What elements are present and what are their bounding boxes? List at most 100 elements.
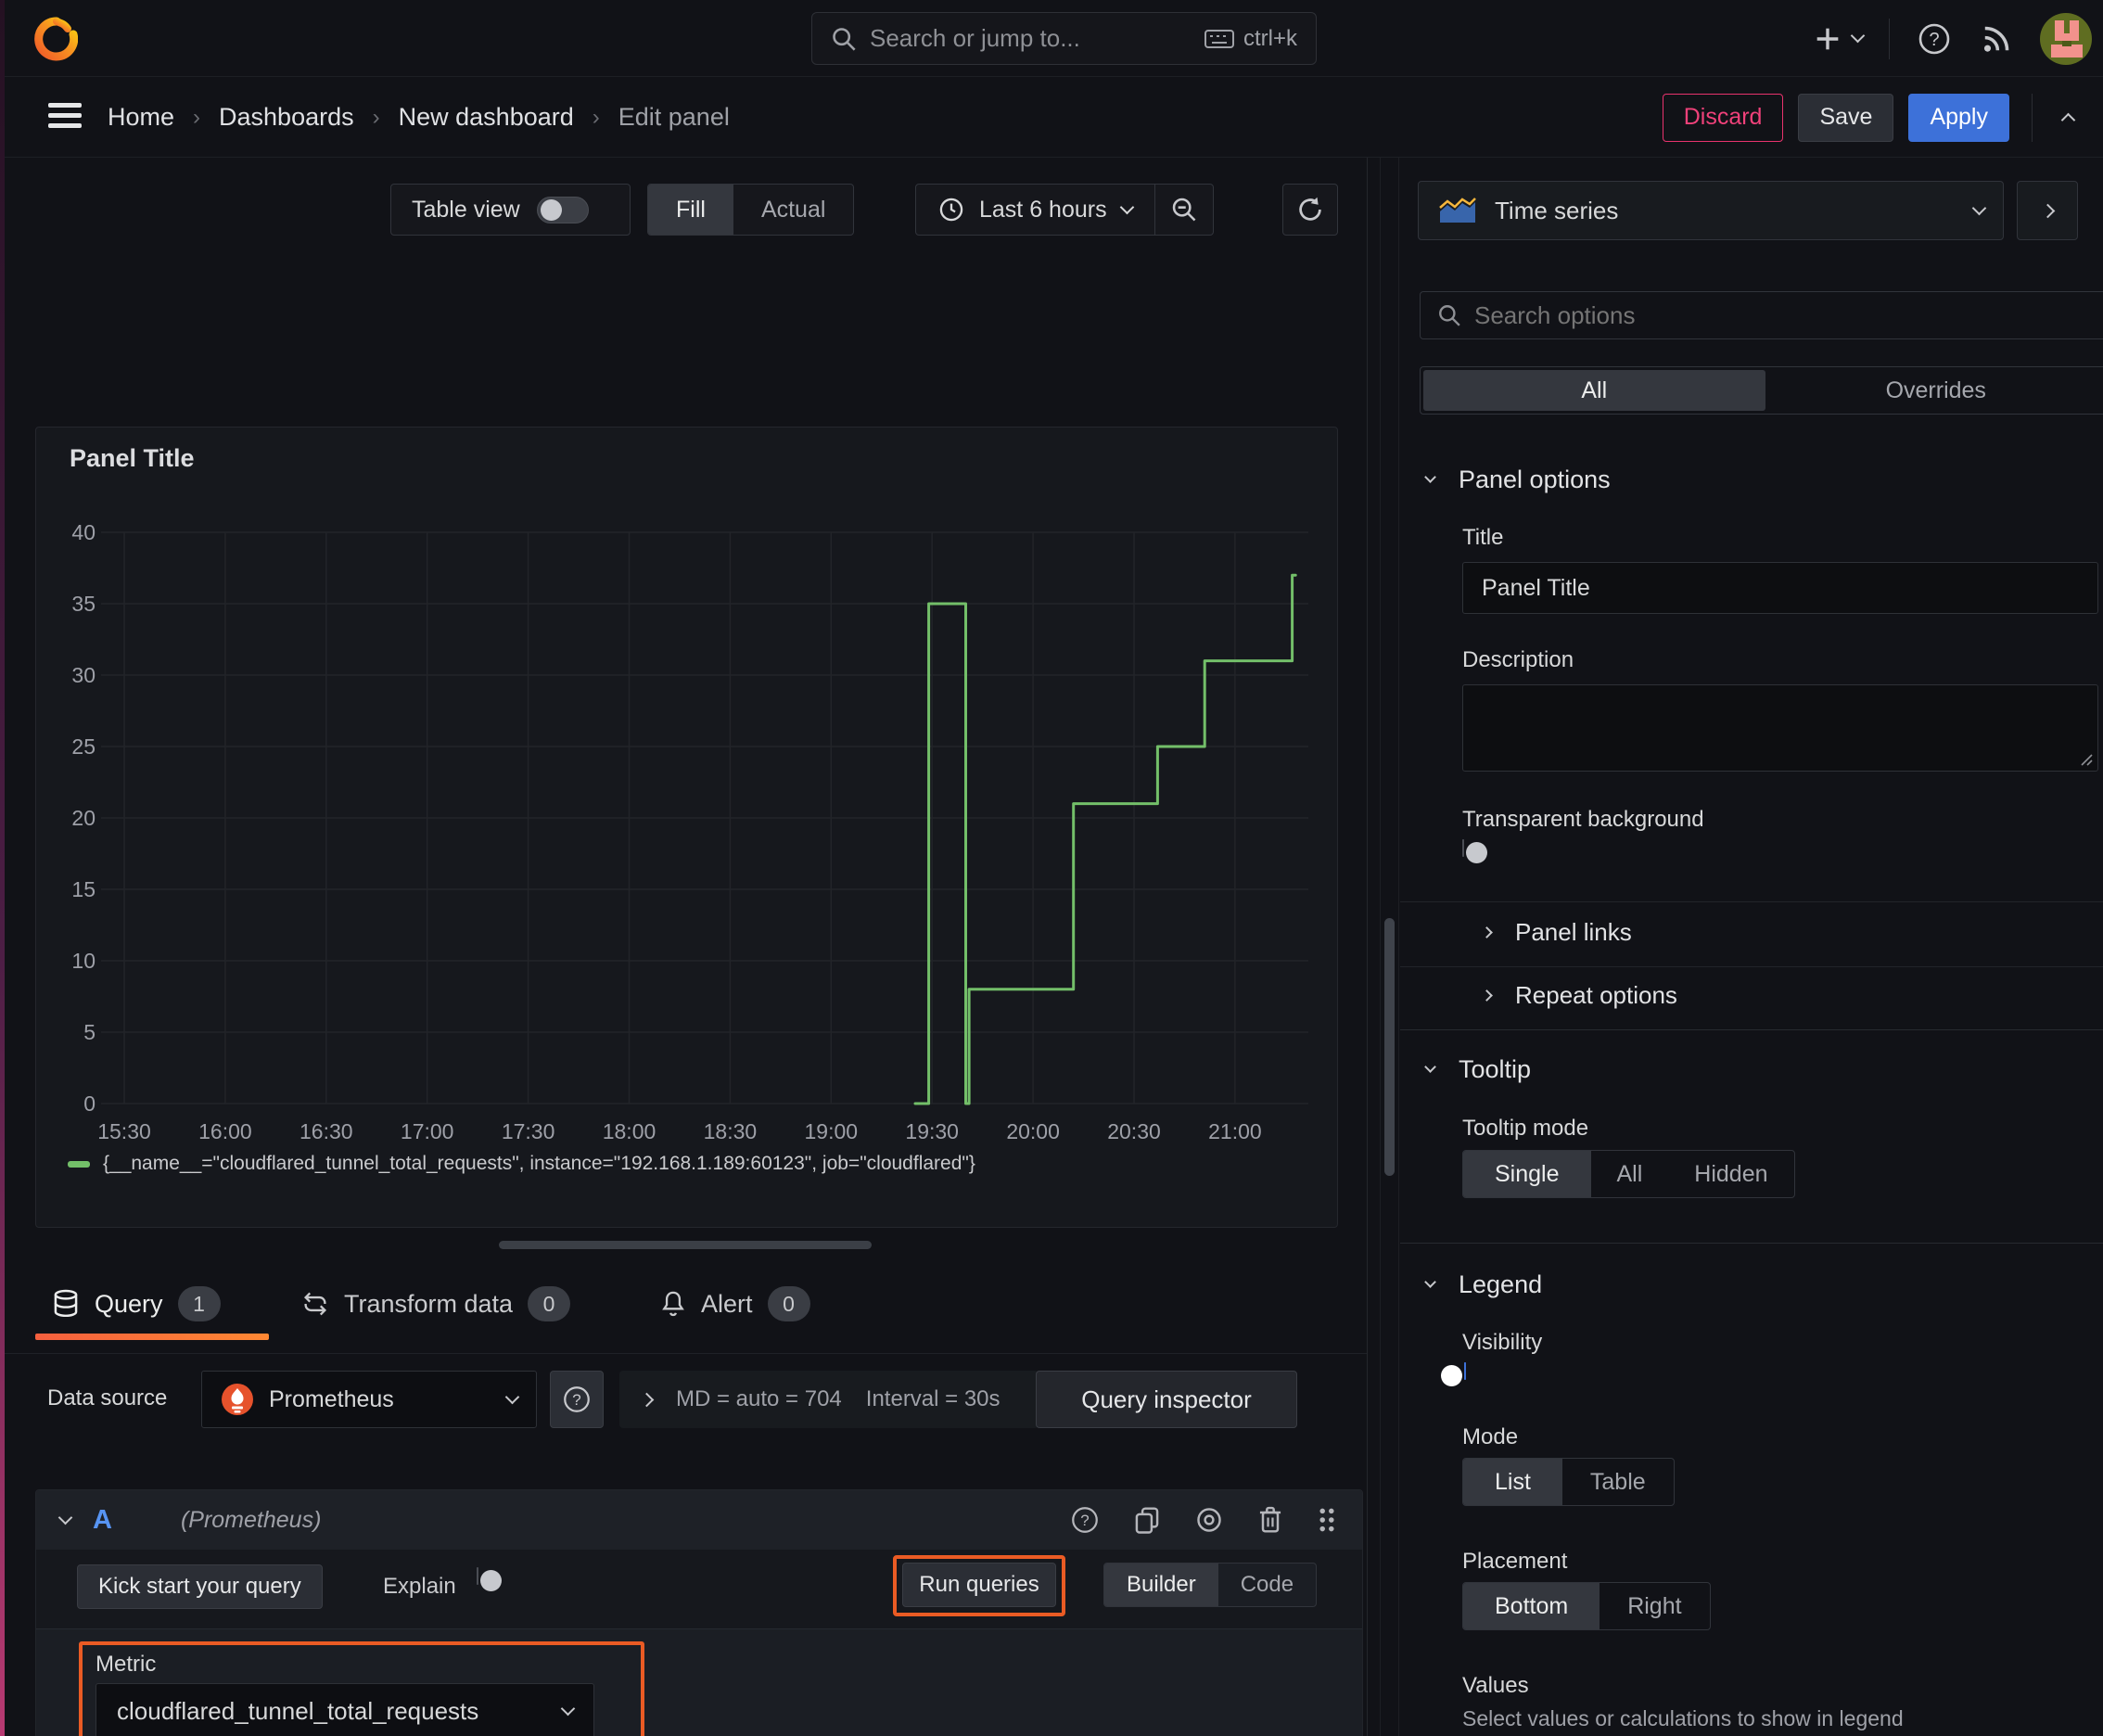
- splitter-drag-handle[interactable]: [499, 1241, 872, 1249]
- tooltip-mode-single[interactable]: Single: [1463, 1151, 1591, 1197]
- datasource-help-button[interactable]: ?: [550, 1371, 604, 1428]
- main-scrollbar-thumb[interactable]: [1384, 918, 1395, 1176]
- tab-overrides[interactable]: Overrides: [1765, 370, 2103, 411]
- panel-title-input[interactable]: [1462, 562, 2098, 614]
- query-builder-area: Metric cloudflared_tunnel_total_requests…: [36, 1628, 1362, 1736]
- svg-text:5: 5: [83, 1020, 96, 1044]
- repeat-options-section[interactable]: Repeat options: [1481, 981, 1677, 1010]
- builder-code-switch: Builder Code: [1103, 1563, 1318, 1607]
- global-search[interactable]: ctrl+k: [811, 12, 1317, 65]
- table-view-control: Table view: [390, 184, 631, 236]
- collapse-panel-editor-button[interactable]: [2047, 109, 2088, 128]
- time-range-picker[interactable]: Last 6 hours: [916, 185, 1154, 235]
- tooltip-mode-hidden[interactable]: Hidden: [1668, 1151, 1793, 1197]
- tab-query[interactable]: Query 1: [52, 1267, 221, 1341]
- zoom-out-button[interactable]: [1153, 185, 1213, 235]
- resize-grip-icon[interactable]: [2078, 751, 2093, 766]
- menu-toggle-button[interactable]: [48, 103, 82, 134]
- tab-all[interactable]: All: [1423, 370, 1765, 411]
- breadcrumb-home[interactable]: Home: [108, 103, 174, 132]
- explain-toggle[interactable]: [477, 1567, 478, 1585]
- grafana-logo-icon[interactable]: [33, 17, 78, 61]
- metric-select[interactable]: cloudflared_tunnel_total_requests: [96, 1683, 594, 1736]
- divider: [2032, 93, 2033, 142]
- chevron-down-icon: [560, 1701, 576, 1716]
- legend-visibility-toggle[interactable]: [1464, 1362, 1466, 1380]
- table-view-toggle[interactable]: [536, 196, 589, 223]
- chevron-right-icon: [639, 1392, 655, 1407]
- svg-text:20:30: 20:30: [1107, 1119, 1161, 1143]
- actual-option[interactable]: Actual: [733, 185, 853, 235]
- remove-query-trash-icon[interactable]: [1256, 1505, 1284, 1535]
- panel-links-section[interactable]: Panel links: [1481, 918, 1632, 947]
- svg-text:15: 15: [71, 877, 96, 901]
- breadcrumb-dashboards[interactable]: Dashboards: [219, 103, 354, 132]
- collapse-query-icon[interactable]: [57, 1510, 73, 1525]
- breadcrumb-separator: ›: [372, 104, 380, 130]
- new-menu-button[interactable]: [1812, 23, 1866, 55]
- time-series-chart[interactable]: 0 5 10 15 20 25 30 35 40 15:30 16:00 16:30 17:00 17:3…: [64, 516, 1308, 1165]
- tab-alert[interactable]: Alert 0: [660, 1267, 810, 1341]
- news-rss-button[interactable]: [1979, 21, 2014, 57]
- svg-text:35: 35: [71, 592, 96, 616]
- placement-bottom[interactable]: Bottom: [1463, 1583, 1600, 1629]
- legend-placement-label: Placement: [1462, 1549, 1568, 1574]
- datasource-picker[interactable]: Prometheus: [201, 1371, 537, 1428]
- nav-bar: Home › Dashboards › New dashboard › Edit…: [0, 77, 2103, 158]
- breadcrumb: Home › Dashboards › New dashboard › Edit…: [108, 77, 730, 158]
- search-input[interactable]: [870, 24, 1192, 53]
- panel-preview: Panel Title 0 5 10 15 20 25 30 35 40 15:30 16:00 16…: [35, 427, 1338, 1228]
- query-inspector-button[interactable]: Query inspector: [1036, 1371, 1297, 1428]
- description-textarea[interactable]: [1462, 684, 2098, 772]
- drag-query-grip-icon[interactable]: [1316, 1505, 1338, 1535]
- tooltip-mode-all[interactable]: All: [1591, 1151, 1669, 1197]
- options-search-box[interactable]: [1420, 291, 2103, 339]
- tab-transform-data[interactable]: Transform data 0: [301, 1267, 571, 1341]
- kick-start-query-button[interactable]: Kick start your query: [77, 1564, 323, 1609]
- options-search-input[interactable]: [1474, 300, 2093, 330]
- help-button[interactable]: ?: [1916, 20, 1953, 57]
- panel-options-section-header[interactable]: Panel options: [1424, 466, 1611, 494]
- placement-right[interactable]: Right: [1600, 1583, 1709, 1629]
- visualization-picker[interactable]: Time series: [1418, 181, 2004, 240]
- fill-actual-switch: Fill Actual: [647, 184, 855, 236]
- svg-text:18:00: 18:00: [603, 1119, 656, 1143]
- discard-button[interactable]: Discard: [1662, 93, 1784, 142]
- fill-option[interactable]: Fill: [648, 185, 733, 235]
- title-field-wrap: [1462, 562, 2098, 614]
- duplicate-query-icon[interactable]: [1132, 1505, 1162, 1535]
- chevron-down-icon: [1971, 200, 1987, 215]
- run-queries-button[interactable]: Run queries: [902, 1563, 1056, 1607]
- svg-text:21:00: 21:00: [1208, 1119, 1262, 1143]
- query-options-summary[interactable]: MD = auto = 704 Interval = 30s: [619, 1371, 1039, 1428]
- user-avatar[interactable]: [2040, 12, 2092, 65]
- legend-placement-switch: Bottom Right: [1462, 1582, 1711, 1630]
- legend-mode-list[interactable]: List: [1463, 1459, 1562, 1505]
- legend-section-header[interactable]: Legend: [1424, 1270, 1542, 1299]
- code-option[interactable]: Code: [1218, 1564, 1316, 1606]
- query-help-icon[interactable]: ?: [1069, 1504, 1101, 1536]
- clock-icon: [939, 198, 963, 222]
- transparent-background-label: Transparent background: [1462, 807, 1704, 832]
- apply-button[interactable]: Apply: [1908, 93, 2009, 142]
- series-label[interactable]: {__name__="cloudflared_tunnel_total_requ…: [103, 1153, 975, 1175]
- breadcrumb-new-dashboard[interactable]: New dashboard: [399, 103, 574, 132]
- svg-text:17:00: 17:00: [401, 1119, 454, 1143]
- svg-text:0: 0: [83, 1091, 96, 1116]
- datasource-row: Data source Prometheus ? MD = auto = 704…: [0, 1371, 1367, 1432]
- legend-mode-label: Mode: [1462, 1424, 1519, 1449]
- title-label: Title: [1462, 525, 1504, 550]
- hide-response-eye-icon[interactable]: [1193, 1506, 1225, 1534]
- tooltip-section-header[interactable]: Tooltip: [1424, 1055, 1531, 1084]
- svg-text:40: 40: [71, 520, 96, 544]
- transform-icon: [303, 1292, 327, 1316]
- toggle-viz-picker-button[interactable]: [2017, 181, 2078, 240]
- editor-tabs: Query 1 Transform data 0 Alert 0: [0, 1267, 1367, 1354]
- transparent-background-toggle[interactable]: [1462, 839, 1464, 857]
- breadcrumb-separator: ›: [193, 104, 201, 130]
- save-button[interactable]: Save: [1798, 93, 1894, 142]
- query-row-header[interactable]: A (Prometheus) ?: [36, 1490, 1362, 1550]
- refresh-button[interactable]: [1282, 184, 1338, 236]
- builder-option[interactable]: Builder: [1104, 1564, 1218, 1606]
- legend-mode-table[interactable]: Table: [1562, 1459, 1674, 1505]
